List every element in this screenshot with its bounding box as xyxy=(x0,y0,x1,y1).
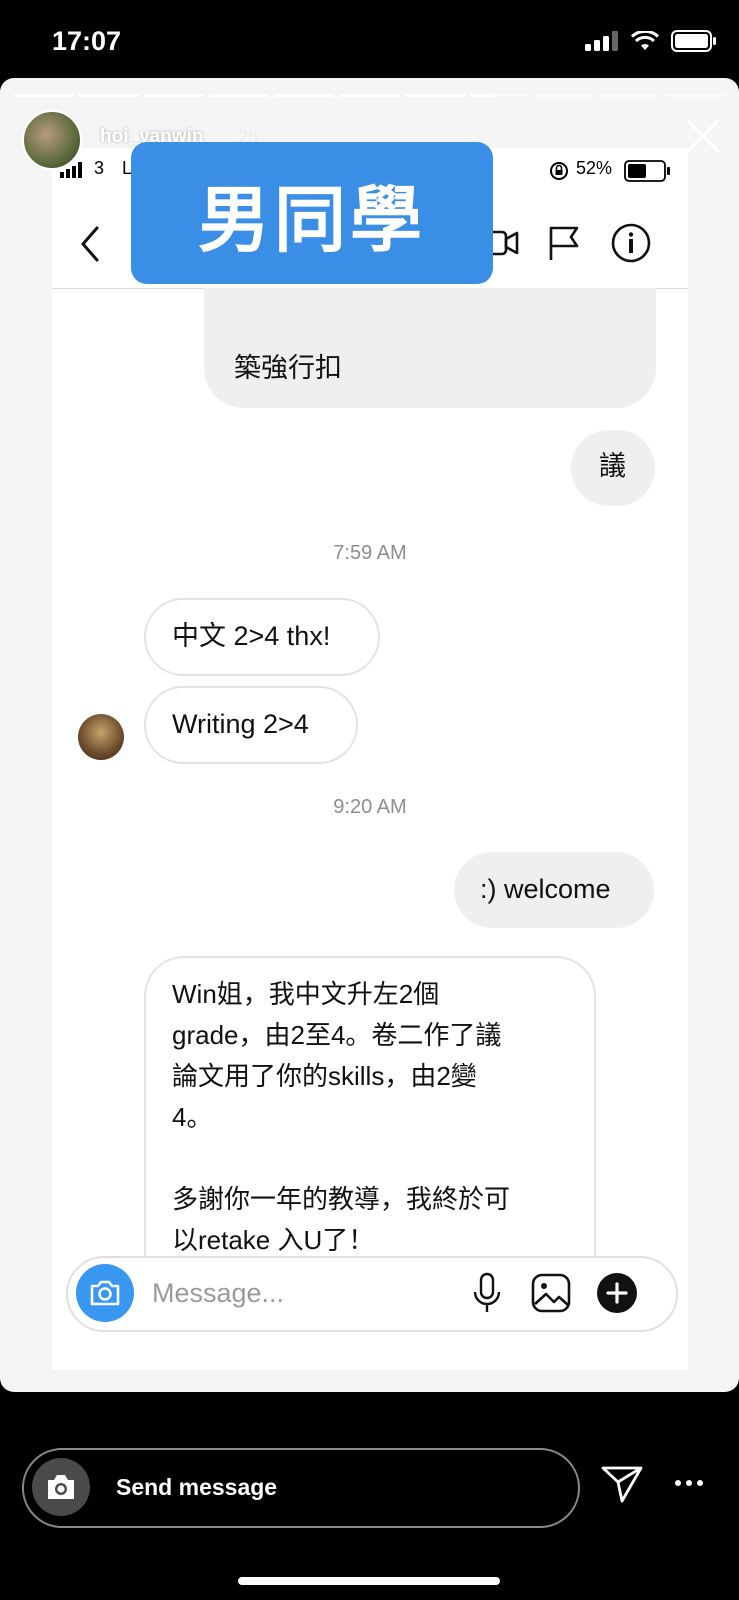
signal-icon xyxy=(585,31,618,51)
progress-segment xyxy=(14,94,75,97)
message-text: Win姐，我中文升左2個 grade，由2至4。卷二作了議 論文用了你的skil… xyxy=(172,974,510,1261)
message-line xyxy=(172,1138,510,1179)
info-icon[interactable] xyxy=(610,222,652,264)
inner-battery-text: 52% xyxy=(576,158,613,178)
more-options-icon[interactable] xyxy=(674,1478,704,1488)
progress-segment xyxy=(274,94,335,97)
message-line: 以retake 入U了！ xyxy=(172,1225,375,1255)
timestamp: 7:59 AM xyxy=(333,542,407,564)
message-line: Win姐，我中文升左2個 xyxy=(172,979,440,1009)
message-input[interactable]: Message... xyxy=(152,1278,284,1309)
message-text: 築強行扣 xyxy=(234,353,342,383)
story-card[interactable]: 3 L 52% 築強行扣 議 7:59 AM 中文 2>4 thx! Writi… xyxy=(0,78,739,1392)
camera-icon xyxy=(90,1280,120,1306)
message-line: 多謝你一年的教導，我終於可 xyxy=(172,1184,511,1214)
back-icon[interactable] xyxy=(78,224,102,264)
message-composer: Message... xyxy=(66,1256,678,1332)
message-bubble-outgoing: :) welcome xyxy=(454,852,654,928)
message-line: 4。 xyxy=(172,1102,213,1132)
flag-icon[interactable] xyxy=(546,224,582,262)
progress-segment xyxy=(339,94,400,97)
text-sticker: 男同學 xyxy=(131,142,493,284)
status-icons xyxy=(585,30,717,52)
wifi-icon xyxy=(631,31,659,50)
progress-segment xyxy=(79,94,140,97)
send-message-input[interactable]: Send message xyxy=(116,1474,277,1501)
message-bubble-incoming: 築強行扣 xyxy=(204,288,656,408)
message-line: grade，由2至4。卷二作了議 xyxy=(172,1020,502,1050)
battery-icon xyxy=(671,30,716,52)
progress-segment-current xyxy=(469,94,530,97)
status-time: 17:07 xyxy=(52,26,122,56)
message-bubble-incoming: 中文 2>4 thx! xyxy=(144,598,380,676)
message-text: :) welcome xyxy=(480,874,611,904)
send-message-bar[interactable]: Send message xyxy=(22,1448,580,1528)
gallery-icon[interactable] xyxy=(530,1272,572,1314)
message-text: 中文 2>4 thx! xyxy=(172,621,331,651)
microphone-icon[interactable] xyxy=(472,1272,502,1314)
close-icon[interactable] xyxy=(685,118,721,154)
dm-screenshot: 3 L 52% 築強行扣 議 7:59 AM 中文 2>4 thx! Writi… xyxy=(52,148,688,1370)
home-indicator xyxy=(238,1577,500,1585)
message-bubble-outgoing: 議 xyxy=(571,430,655,506)
story-progress xyxy=(14,94,726,98)
rotation-lock-icon xyxy=(550,162,568,180)
timestamp: 9:20 AM xyxy=(333,796,407,818)
message-bubble-incoming: Writing 2>4 xyxy=(144,686,358,764)
progress-segment xyxy=(404,94,465,97)
progress-segment xyxy=(209,94,270,97)
message-text: Writing 2>4 xyxy=(172,709,309,739)
camera-button[interactable] xyxy=(32,1458,90,1516)
progress-segment xyxy=(534,94,595,97)
message-text: 議 xyxy=(599,451,626,481)
camera-button[interactable] xyxy=(76,1264,134,1322)
share-icon[interactable] xyxy=(600,1464,644,1504)
camera-icon xyxy=(48,1475,74,1499)
sender-avatar[interactable] xyxy=(78,714,124,760)
message-bubble-incoming: Win姐，我中文升左2個 grade，由2至4。卷二作了議 論文用了你的skil… xyxy=(144,956,596,1278)
message-line: 論文用了你的skills，由2變 xyxy=(172,1061,477,1091)
progress-segment xyxy=(664,94,726,97)
progress-segment xyxy=(144,94,205,97)
inner-network: 3 xyxy=(94,158,105,178)
battery-icon xyxy=(624,160,670,182)
plus-icon[interactable] xyxy=(596,1272,638,1314)
progress-segment xyxy=(599,94,660,97)
story-avatar[interactable] xyxy=(22,110,82,170)
